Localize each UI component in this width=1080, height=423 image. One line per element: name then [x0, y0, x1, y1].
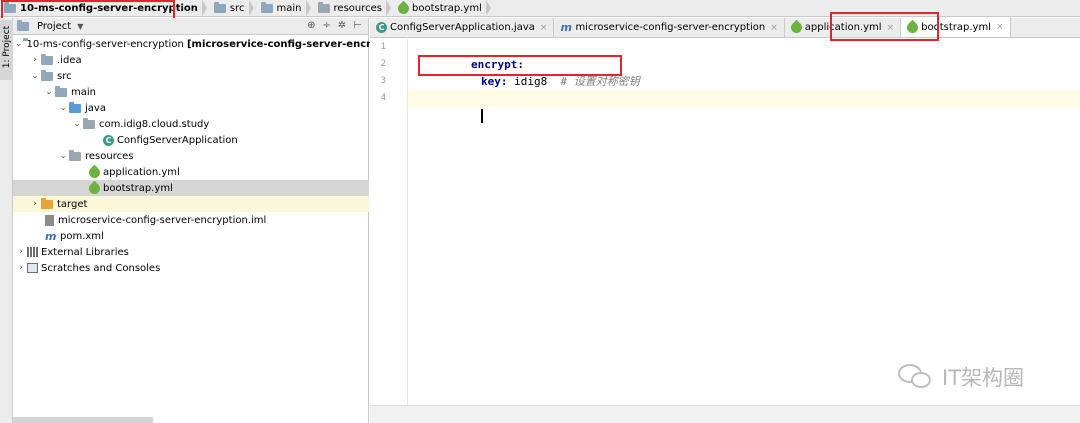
- tree-item-application-yml[interactable]: application.yml: [13, 164, 369, 180]
- project-tool-tab[interactable]: 1: Project: [0, 20, 13, 80]
- locate-icon[interactable]: ⊕: [307, 20, 315, 31]
- tab-configserverapplication[interactable]: C ConfigServerApplication.java ×: [370, 18, 555, 37]
- watermark: IT架构圈: [898, 362, 1024, 392]
- ide-window: 10-ms-config-server-encryption src main …: [0, 0, 1080, 423]
- package-icon: [83, 117, 95, 129]
- chevron-right-icon[interactable]: ›: [15, 247, 27, 257]
- chevron-down-icon[interactable]: ⌄: [29, 71, 41, 81]
- spring-leaf-icon: [788, 19, 805, 36]
- chevron-down-icon[interactable]: ⌄: [71, 119, 83, 129]
- chevron-right-icon: [485, 0, 491, 16]
- project-icon: [17, 19, 29, 31]
- library-icon: [27, 247, 38, 257]
- text-cursor: [480, 109, 483, 123]
- breadcrumb-src[interactable]: src: [211, 0, 258, 17]
- spring-leaf-icon: [395, 0, 412, 16]
- breadcrumb-main[interactable]: main: [258, 0, 315, 17]
- source-folder-icon: [69, 101, 81, 113]
- chevron-down-icon[interactable]: ⌄: [57, 103, 69, 113]
- folder-icon: [41, 69, 53, 81]
- collapse-all-icon[interactable]: ÷: [323, 20, 331, 31]
- chevron-right-icon[interactable]: ›: [29, 55, 41, 65]
- tree-item-pom[interactable]: m pom.xml: [13, 228, 369, 244]
- chevron-right-icon: [248, 0, 254, 16]
- tree-item-configserverapplication[interactable]: C ConfigServerApplication: [13, 132, 369, 148]
- tree-item-idea[interactable]: › .idea: [13, 52, 369, 68]
- gear-icon[interactable]: ✲: [338, 20, 346, 31]
- resources-folder-icon: [317, 1, 330, 13]
- chevron-down-icon[interactable]: ⌄: [57, 151, 69, 161]
- class-icon: C: [103, 134, 114, 146]
- editor-tabs: C ConfigServerApplication.java × m micro…: [370, 17, 1080, 38]
- project-panel-title[interactable]: Project: [37, 21, 71, 32]
- maven-icon: m: [560, 21, 572, 34]
- tree-item-java[interactable]: ⌄ java: [13, 100, 369, 116]
- close-icon[interactable]: ×: [996, 22, 1004, 32]
- chevron-right-icon: [305, 0, 311, 16]
- folder-icon: [260, 1, 273, 13]
- tree-item-resources[interactable]: ⌄ resources: [13, 148, 369, 164]
- project-panel: Project ▼ ⊕ ÷ ✲ ⊢ ⌄ 10-ms-config-server-…: [13, 18, 412, 423]
- project-panel-toolbar: ⊕ ÷ ✲ ⊢: [307, 20, 362, 31]
- chevron-right-icon: [386, 0, 391, 16]
- tree-item-external-libraries[interactable]: › External Libraries: [13, 244, 369, 260]
- tab-pom[interactable]: m microservice-config-server-encryption …: [554, 18, 785, 37]
- maven-icon: m: [45, 229, 57, 243]
- tree-item-src[interactable]: ⌄ src: [13, 68, 369, 84]
- highlight-box-tab: [830, 12, 939, 41]
- chevron-right-icon[interactable]: ›: [15, 263, 27, 273]
- chevron-right-icon: [201, 0, 207, 16]
- chevron-down-icon[interactable]: ⌄: [43, 87, 55, 97]
- tree-item-main[interactable]: ⌄ main: [13, 84, 369, 100]
- tree-item-target[interactable]: › target: [13, 196, 369, 212]
- scratches-icon: [27, 263, 38, 273]
- resources-folder-icon: [69, 149, 81, 161]
- line-number: 1: [380, 42, 386, 52]
- chevron-down-icon[interactable]: ▼: [77, 22, 83, 31]
- horizontal-scrollbar[interactable]: [13, 417, 153, 423]
- tree-item-scratches[interactable]: › Scratches and Consoles: [13, 260, 369, 276]
- tool-window-strip: 1: Project: [0, 18, 13, 423]
- class-icon: C: [376, 22, 387, 33]
- close-icon[interactable]: ×: [540, 23, 548, 33]
- breadcrumb-resources[interactable]: resources: [315, 0, 395, 17]
- hide-icon[interactable]: ⊢: [353, 20, 362, 31]
- chevron-down-icon[interactable]: ⌄: [15, 39, 23, 49]
- breadcrumb-file[interactable]: bootstrap.yml: [395, 0, 495, 17]
- line-number: 2: [380, 59, 386, 69]
- tree-item-iml[interactable]: microservice-config-server-encryption.im…: [13, 212, 369, 228]
- folder-icon: [41, 53, 53, 65]
- line-number: 4: [380, 93, 386, 103]
- folder-icon: [213, 1, 226, 13]
- wechat-icon: [898, 364, 934, 390]
- current-line: [408, 90, 1080, 123]
- excluded-folder-icon: [41, 197, 53, 209]
- project-panel-header: Project ▼ ⊕ ÷ ✲ ⊢: [13, 18, 368, 35]
- folder-icon: [55, 85, 67, 97]
- line-number-gutter: 1 2 3 4: [370, 39, 408, 423]
- line-number: 3: [380, 76, 386, 86]
- tree-item-bootstrap-yml[interactable]: bootstrap.yml: [13, 180, 369, 196]
- spring-leaf-icon: [86, 164, 103, 180]
- highlight-box-key-line: [418, 55, 622, 76]
- spring-leaf-icon: [86, 180, 103, 196]
- chevron-right-icon[interactable]: ›: [29, 199, 41, 209]
- code-line: encrypt:: [470, 58, 524, 71]
- tree-item-project-root[interactable]: ⌄ 10-ms-config-server-encryption [micros…: [13, 36, 412, 52]
- editor-bottom-bar: [370, 405, 1080, 423]
- iml-file-icon: [45, 214, 54, 226]
- close-icon[interactable]: ×: [770, 23, 778, 33]
- highlight-box-project: [1, 0, 175, 20]
- tree-item-package[interactable]: ⌄ com.idig8.cloud.study: [13, 116, 369, 132]
